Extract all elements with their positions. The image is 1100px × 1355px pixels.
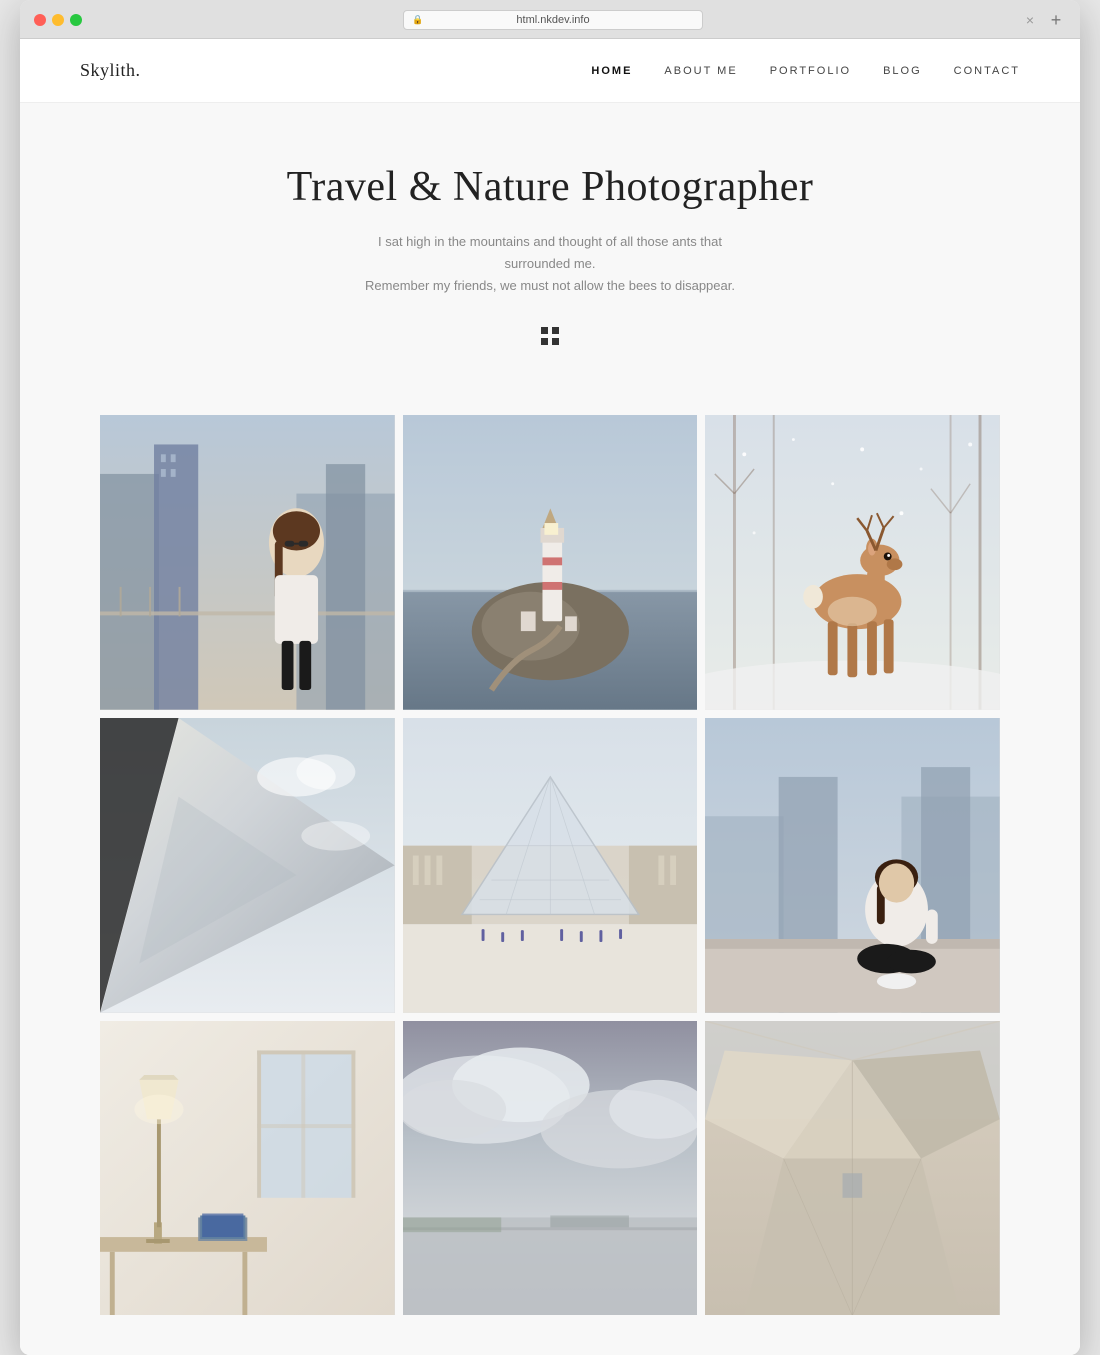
gallery-section [20, 395, 1080, 1355]
gallery-item-6[interactable] [705, 718, 1000, 1013]
url-display[interactable]: html.nkdev.info [403, 10, 703, 30]
gallery-item-7[interactable] [100, 1021, 395, 1316]
browser-chrome: html.nkdev.info × + [20, 0, 1080, 39]
site-header: Skylith. HOME ABOUT ME PORTFOLIO BLOG CO… [20, 39, 1080, 103]
gallery-item-3[interactable] [705, 415, 1000, 710]
address-bar: html.nkdev.info [92, 10, 1014, 30]
gallery-grid [100, 415, 1000, 1315]
grid-dot [552, 338, 559, 345]
hero-title: Travel & Nature Photographer [40, 163, 1060, 211]
grid-dot [552, 327, 559, 334]
close-button[interactable] [34, 14, 46, 26]
nav-contact[interactable]: CONTACT [954, 65, 1020, 77]
nav-home[interactable]: HOME [591, 65, 632, 77]
site-nav: HOME ABOUT ME PORTFOLIO BLOG CONTACT [591, 65, 1020, 77]
nav-blog[interactable]: BLOG [883, 65, 922, 77]
gallery-item-5[interactable] [403, 718, 698, 1013]
site-wrapper: Skylith. HOME ABOUT ME PORTFOLIO BLOG CO… [20, 39, 1080, 1355]
traffic-lights [34, 14, 82, 26]
gallery-item-8[interactable] [403, 1021, 698, 1316]
new-tab-button[interactable]: + [1046, 10, 1066, 30]
gallery-item-2[interactable] [403, 415, 698, 710]
tab-close-icon[interactable]: × [1024, 14, 1036, 26]
grid-view-icon[interactable] [40, 327, 1060, 345]
gallery-item-1[interactable] [100, 415, 395, 710]
gallery-item-9[interactable] [705, 1021, 1000, 1316]
minimize-button[interactable] [52, 14, 64, 26]
nav-about[interactable]: ABOUT ME [664, 65, 737, 77]
browser-window: html.nkdev.info × + Skylith. HOME ABOUT … [20, 0, 1080, 1355]
grid-dot [541, 338, 548, 345]
hero-section: Travel & Nature Photographer I sat high … [20, 103, 1080, 395]
browser-content: Skylith. HOME ABOUT ME PORTFOLIO BLOG CO… [20, 39, 1080, 1355]
grid-dot [541, 327, 548, 334]
maximize-button[interactable] [70, 14, 82, 26]
site-logo[interactable]: Skylith. [80, 60, 141, 81]
gallery-item-4[interactable] [100, 718, 395, 1013]
hero-subtitle: I sat high in the mountains and thought … [360, 231, 740, 297]
nav-portfolio[interactable]: PORTFOLIO [770, 65, 851, 77]
